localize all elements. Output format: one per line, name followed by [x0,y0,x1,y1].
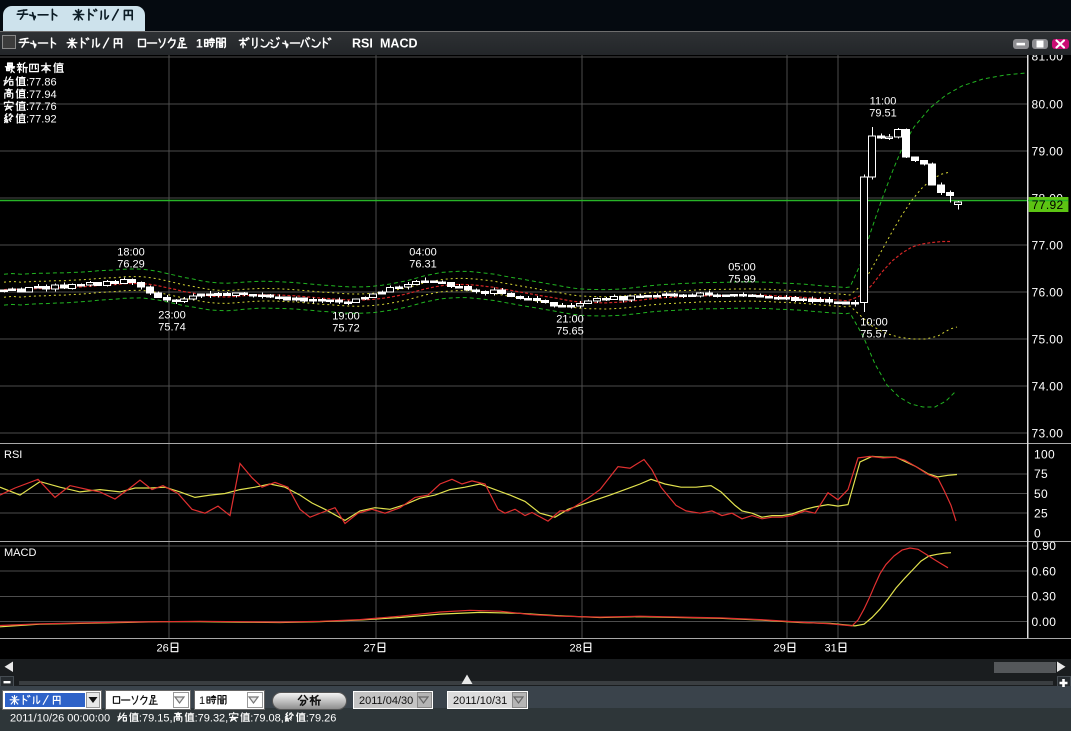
svg-text:0.30: 0.30 [1032,590,1057,604]
svg-text:75.72: 75.72 [332,322,360,334]
svg-text:77.00: 77.00 [1032,238,1064,252]
svg-text:10:00: 10:00 [860,316,888,328]
svg-text:79.51: 79.51 [869,107,897,119]
svg-text:81.00: 81.00 [1032,49,1064,63]
svg-text:76.31: 76.31 [409,258,437,270]
svg-text:RSI: RSI [352,36,373,50]
svg-text:23:00: 23:00 [158,309,186,321]
svg-text:0.90: 0.90 [1032,539,1057,553]
svg-text::79.15,: :79.15, [139,712,173,724]
svg-text:18:00: 18:00 [117,246,145,258]
svg-text:75.00: 75.00 [1032,332,1064,346]
svg-text::79.08,: :79.08, [250,712,284,724]
svg-text:76.00: 76.00 [1032,285,1064,299]
svg-text:2011/10/26 00:00:00: 2011/10/26 00:00:00 [10,712,110,724]
svg-text:75.74: 75.74 [158,321,186,333]
svg-text::77.86: :77.86 [26,76,57,88]
svg-text::79.32,: :79.32, [195,712,229,724]
svg-text:27: 27 [364,642,376,654]
svg-text:26: 26 [157,642,169,654]
svg-text:76.29: 76.29 [117,258,145,270]
svg-text:21:00: 21:00 [556,313,584,325]
svg-text:0.00: 0.00 [1032,615,1057,629]
svg-text:79.00: 79.00 [1032,144,1064,158]
svg-text:25: 25 [1034,507,1048,521]
svg-text:77.92: 77.92 [1032,198,1064,212]
svg-text:73.00: 73.00 [1032,426,1064,440]
svg-text:11:00: 11:00 [870,95,897,107]
svg-text::77.92: :77.92 [26,114,57,126]
svg-text:MACD: MACD [380,36,418,50]
svg-text::79.26: :79.26 [306,712,337,724]
svg-text:0: 0 [1034,526,1041,540]
svg-text:75.99: 75.99 [728,273,756,285]
svg-text:50: 50 [1034,487,1048,501]
svg-text:75.65: 75.65 [556,325,584,337]
svg-text:80.00: 80.00 [1032,97,1064,111]
svg-text:1: 1 [199,695,205,707]
svg-text::77.76: :77.76 [26,101,57,113]
svg-text:29: 29 [774,642,786,654]
svg-text:RSI: RSI [4,449,22,461]
svg-text:2011/04/30: 2011/04/30 [359,695,413,707]
svg-text:0.60: 0.60 [1032,565,1057,579]
svg-text:74.00: 74.00 [1032,379,1064,393]
svg-text:75: 75 [1034,467,1048,481]
svg-text:1: 1 [196,36,203,50]
svg-text:75.57: 75.57 [860,328,888,340]
svg-text:05:00: 05:00 [728,261,756,273]
svg-text:2011/10/31: 2011/10/31 [453,695,507,707]
svg-text:28: 28 [570,642,582,654]
svg-text:100: 100 [1034,447,1055,461]
svg-text:04:00: 04:00 [409,246,437,258]
svg-text::77.94: :77.94 [26,89,57,101]
svg-text:19:00: 19:00 [332,310,360,322]
svg-text:MACD: MACD [4,547,36,559]
svg-text:31: 31 [825,642,837,654]
